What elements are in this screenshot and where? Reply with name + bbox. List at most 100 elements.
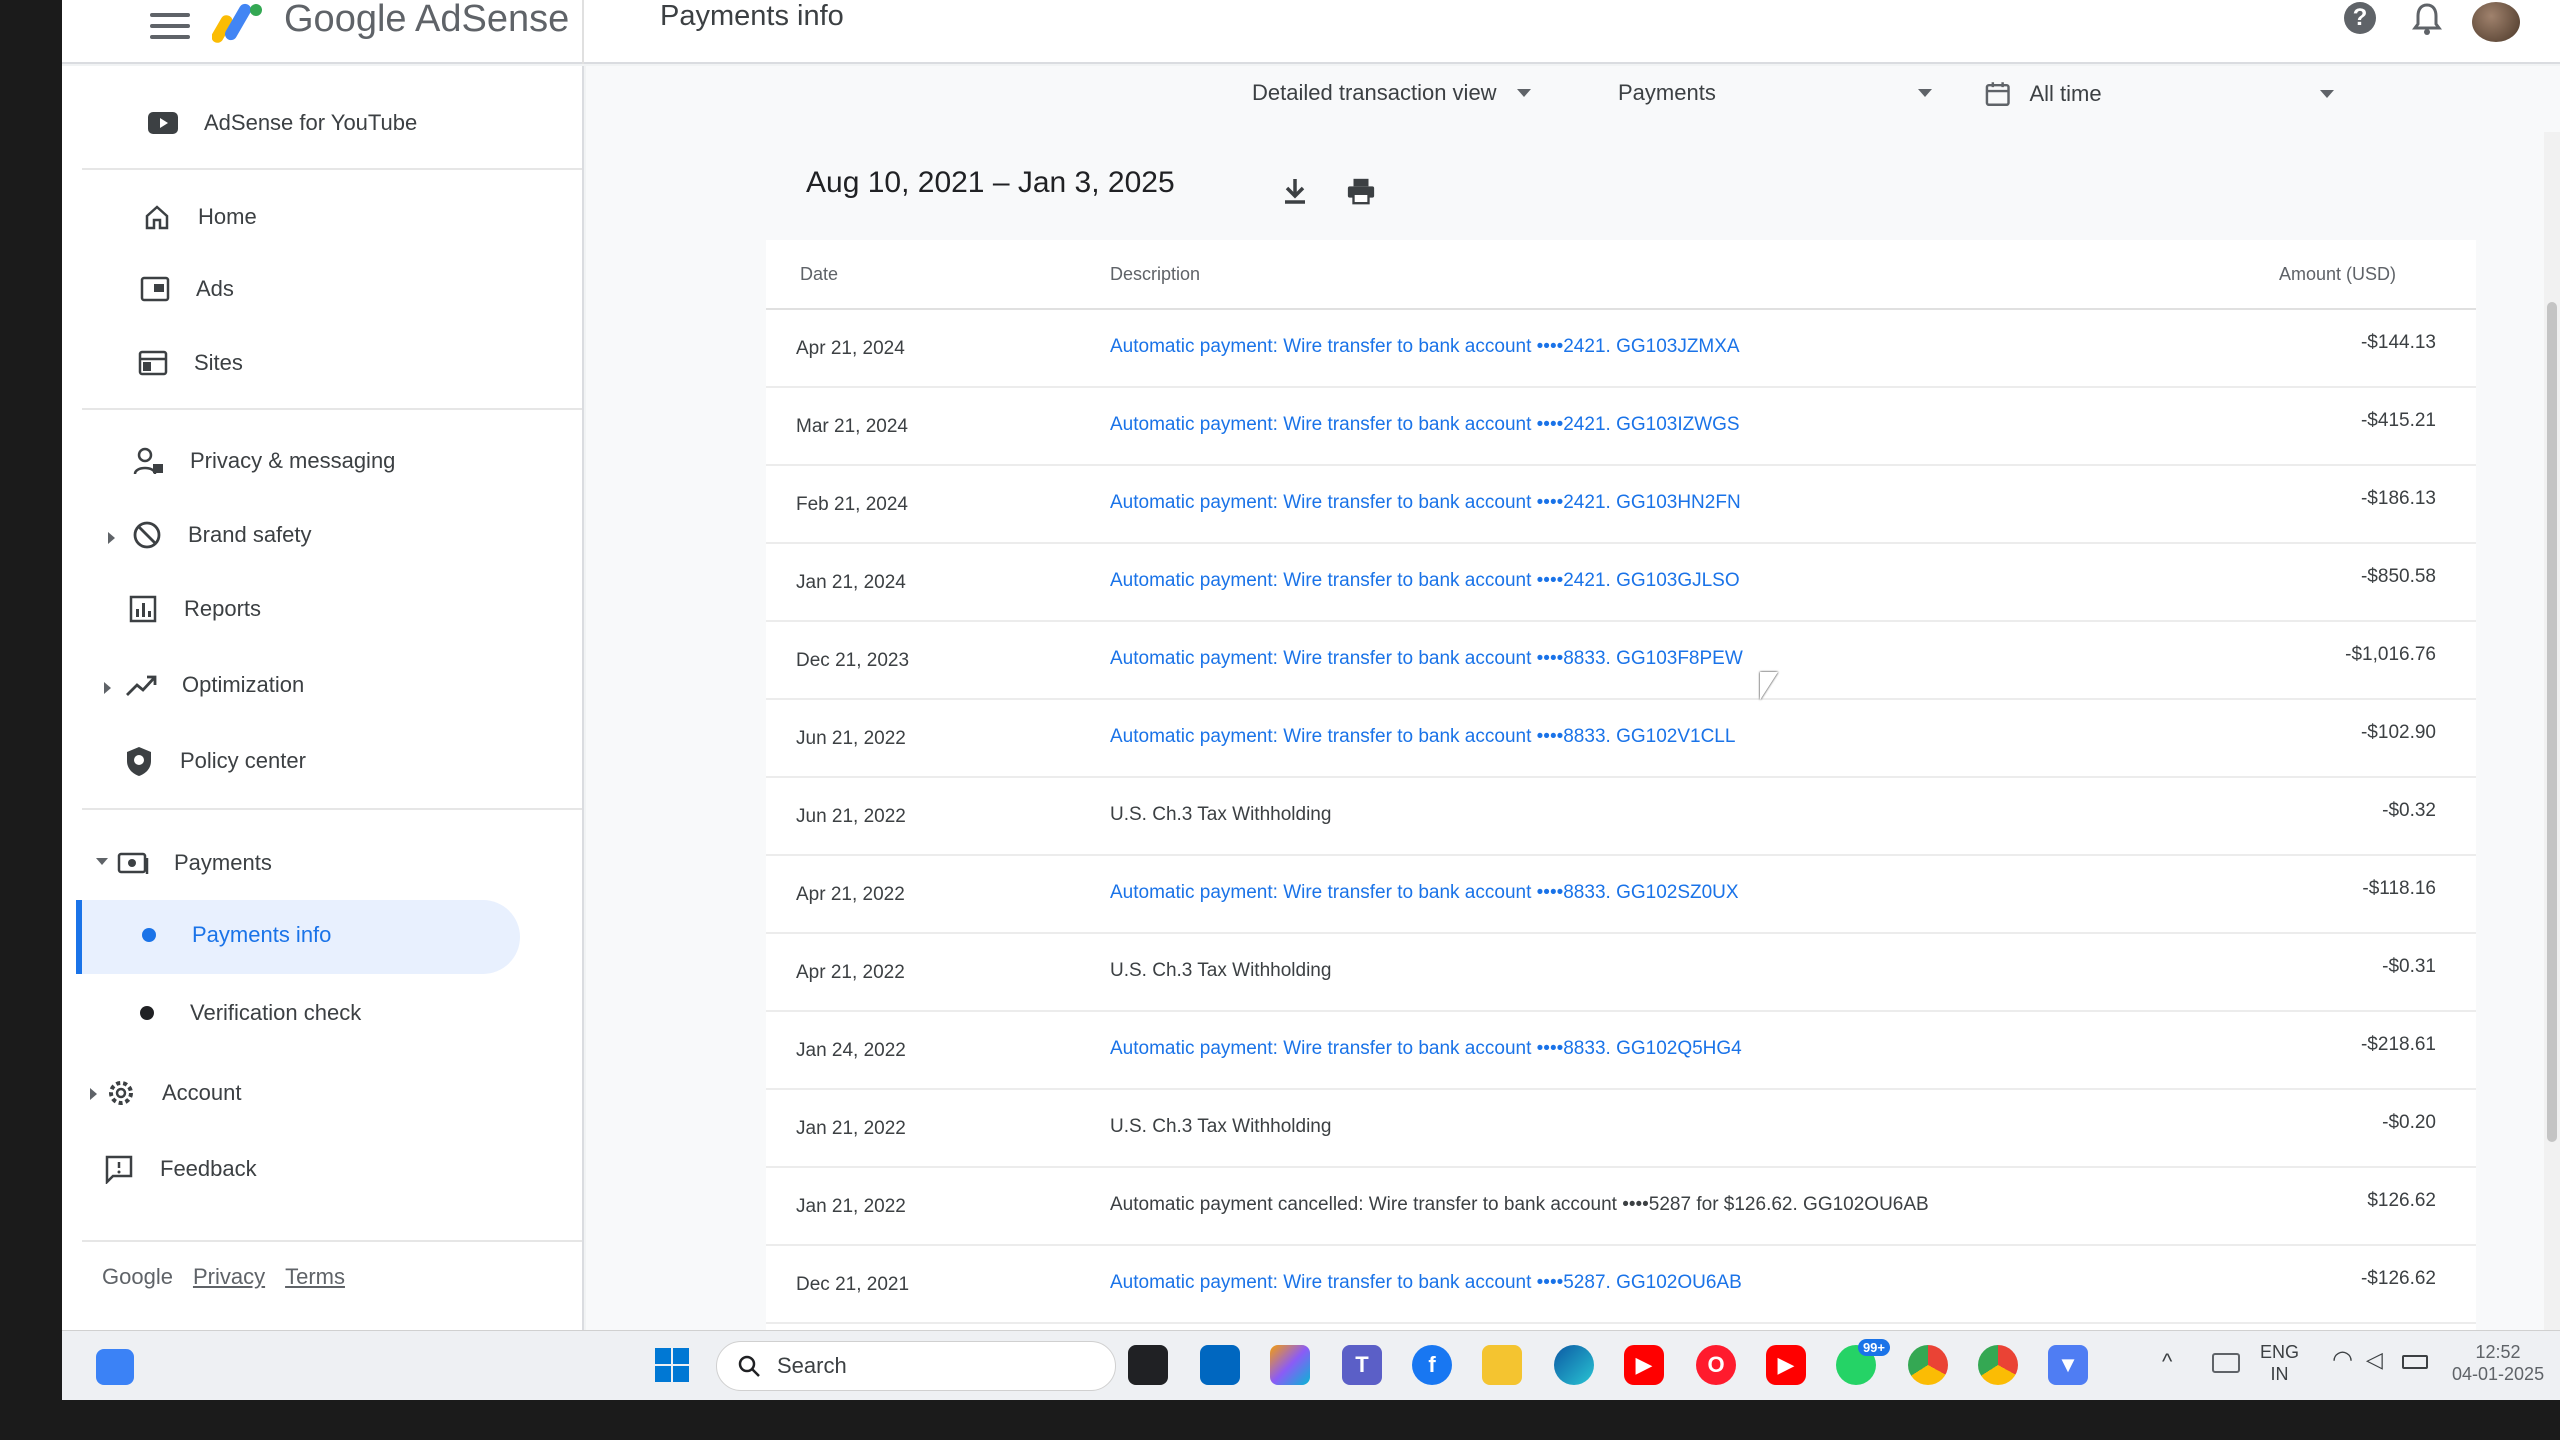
tray-chevron-icon[interactable]: ^ [2162, 1351, 2172, 1373]
windows-start-icon[interactable] [652, 1345, 692, 1385]
payments-icon [116, 846, 150, 880]
column-header-date[interactable]: Date [800, 264, 838, 285]
sidebar-item-home[interactable]: Home [140, 200, 257, 234]
widgets-icon[interactable] [96, 1349, 134, 1385]
sidebar-item-label: Sites [194, 350, 243, 375]
type-dropdown[interactable]: Payments [1618, 80, 1938, 106]
youtube-app-icon[interactable]: ▶ [1624, 1345, 1664, 1385]
row-description-link[interactable]: Automatic payment: Wire transfer to bank… [1110, 648, 1743, 670]
sidebar-item-policy-center[interactable]: Policy center [122, 744, 306, 778]
row-description-link[interactable]: Automatic payment: Wire transfer to bank… [1110, 1272, 1742, 1294]
sidebar-item-label: Account [162, 1080, 242, 1105]
help-icon[interactable]: ? [2344, 2, 2376, 34]
brand-name[interactable]: Google AdSense [284, 0, 569, 41]
chrome-icon[interactable] [1978, 1345, 2018, 1385]
task-view-icon[interactable] [1128, 1345, 1168, 1385]
expand-arrow-icon[interactable] [104, 682, 111, 694]
sidebar-item-sites[interactable]: Sites [136, 346, 243, 380]
column-header-amount[interactable]: Amount (USD) [2279, 264, 2396, 285]
collapse-arrow-icon[interactable] [96, 858, 108, 865]
terms-link[interactable]: Terms [285, 1264, 345, 1290]
hamburger-menu-icon[interactable] [150, 6, 190, 46]
battery-icon[interactable] [2402, 1355, 2428, 1369]
sidebar-item-adsense-youtube[interactable]: AdSense for YouTube [146, 106, 417, 140]
shield-icon [122, 744, 156, 778]
row-date: Jan 21, 2024 [796, 572, 906, 593]
row-description-link[interactable]: Automatic payment: Wire transfer to bank… [1110, 336, 1740, 358]
facebook-icon[interactable]: f [1412, 1345, 1452, 1385]
divider [82, 408, 582, 410]
sidebar-item-verification-check[interactable]: Verification check [130, 1000, 361, 1026]
table-row: Jan 21, 2022 Automatic payment cancelled:… [766, 1168, 2476, 1246]
row-description-link[interactable]: Automatic payment: Wire transfer to bank… [1110, 414, 1740, 436]
language-indicator[interactable]: ENG IN [2260, 1341, 2299, 1385]
sidebar-item-optimization[interactable]: Optimization [124, 668, 304, 702]
taskbar: Search T f ▶ O ▶ 99+ ▼ ^ ENG IN ◠ ◁ 12:5… [62, 1330, 2560, 1400]
column-header-description: Description [1110, 264, 1201, 284]
notifications-bell-icon[interactable] [2412, 2, 2442, 36]
sidebar-item-payments[interactable]: Payments [116, 846, 272, 880]
table-row: Jun 21, 2022 U.S. Ch.3 Tax Withholding -$0… [766, 778, 2476, 856]
account-avatar[interactable] [2472, 2, 2520, 42]
table-header: Date Description Amount (USD) [766, 240, 2476, 310]
divider [82, 808, 582, 810]
row-description-link[interactable]: Automatic payment: Wire transfer to bank… [1110, 1038, 1742, 1060]
date-range-dropdown[interactable]: All time [1984, 80, 2334, 108]
row-description-link[interactable]: Automatic payment: Wire transfer to bank… [1110, 726, 1735, 748]
calendar-icon [1985, 82, 2010, 107]
row-description-link[interactable]: Automatic payment: Wire transfer to bank… [1110, 882, 1739, 904]
opera-icon[interactable]: O [1696, 1345, 1736, 1385]
sidebar-footer: Google Privacy Terms [102, 1264, 345, 1290]
table-row: Jan 24, 2022 Automatic payment: Wire tran… [766, 1012, 2476, 1090]
dropdown-arrow-icon [1918, 89, 1932, 97]
edge-icon[interactable] [1554, 1345, 1594, 1385]
adsense-logo-icon [212, 3, 262, 43]
sidebar-item-payments-info[interactable]: Payments info [132, 922, 331, 948]
youtube-icon [146, 106, 180, 140]
row-amount: -$415.21 [2360, 410, 2436, 431]
table-row: Apr 21, 2024 Automatic payment: Wire tran… [766, 310, 2476, 388]
keyboard-icon[interactable] [2212, 1353, 2240, 1373]
copilot-icon[interactable] [1270, 1345, 1310, 1385]
row-description-link[interactable]: Automatic payment: Wire transfer to bank… [1110, 492, 1741, 514]
scrollbar[interactable] [2544, 132, 2560, 1330]
clock[interactable]: 12:52 04-01-2025 [2452, 1341, 2544, 1385]
privacy-link[interactable]: Privacy [193, 1264, 265, 1290]
view-dropdown[interactable]: Detailed transaction view [1252, 80, 1570, 106]
feedback-icon [102, 1152, 136, 1186]
speaker-icon[interactable]: ◁ [2366, 1349, 2383, 1371]
report-date-range: Aug 10, 2021 – Jan 3, 2025 [806, 166, 1175, 199]
scrollbar-thumb[interactable] [2547, 302, 2557, 1142]
file-explorer-icon[interactable] [1482, 1345, 1522, 1385]
print-icon[interactable] [1346, 176, 1376, 206]
whatsapp-icon[interactable]: 99+ [1836, 1339, 1890, 1385]
download-icon[interactable] [1280, 176, 1310, 206]
row-date: Jan 24, 2022 [796, 1040, 906, 1061]
sidebar-item-label: AdSense for YouTube [204, 110, 418, 135]
row-date: Apr 21, 2022 [796, 884, 905, 905]
app-icon[interactable]: ▼ [2048, 1345, 2088, 1385]
main-content: Detailed transaction view Payments All t… [586, 66, 2560, 1340]
row-date: Jun 21, 2022 [796, 728, 906, 749]
sidebar-item-privacy-messaging[interactable]: Privacy & messaging [132, 444, 395, 478]
taskbar-search[interactable]: Search [716, 1341, 1116, 1391]
teams-icon[interactable]: T [1342, 1345, 1382, 1385]
sidebar-item-label: Brand safety [188, 522, 312, 547]
date-range-value: All time [2029, 81, 2102, 106]
wifi-icon[interactable]: ◠ [2332, 1348, 2353, 1372]
row-description: U.S. Ch.3 Tax Withholding [1110, 960, 1332, 981]
sidebar-item-reports[interactable]: Reports [126, 592, 261, 626]
sites-icon [136, 346, 170, 380]
expand-arrow-icon[interactable] [108, 532, 115, 544]
active-item-bar [76, 900, 82, 974]
sidebar-item-brand-safety[interactable]: Brand safety [130, 518, 312, 552]
sidebar-item-feedback[interactable]: Feedback [102, 1152, 257, 1186]
view-dropdown-value: Detailed transaction view [1252, 80, 1497, 105]
sidebar-item-account[interactable]: Account [104, 1076, 242, 1110]
row-description-link[interactable]: Automatic payment: Wire transfer to bank… [1110, 570, 1740, 592]
youtube-app-icon[interactable]: ▶ [1766, 1345, 1806, 1385]
microsoft-store-icon[interactable] [1200, 1345, 1240, 1385]
sidebar-item-ads[interactable]: Ads [138, 272, 234, 306]
expand-arrow-icon[interactable] [90, 1088, 97, 1100]
chrome-icon[interactable] [1908, 1345, 1948, 1385]
